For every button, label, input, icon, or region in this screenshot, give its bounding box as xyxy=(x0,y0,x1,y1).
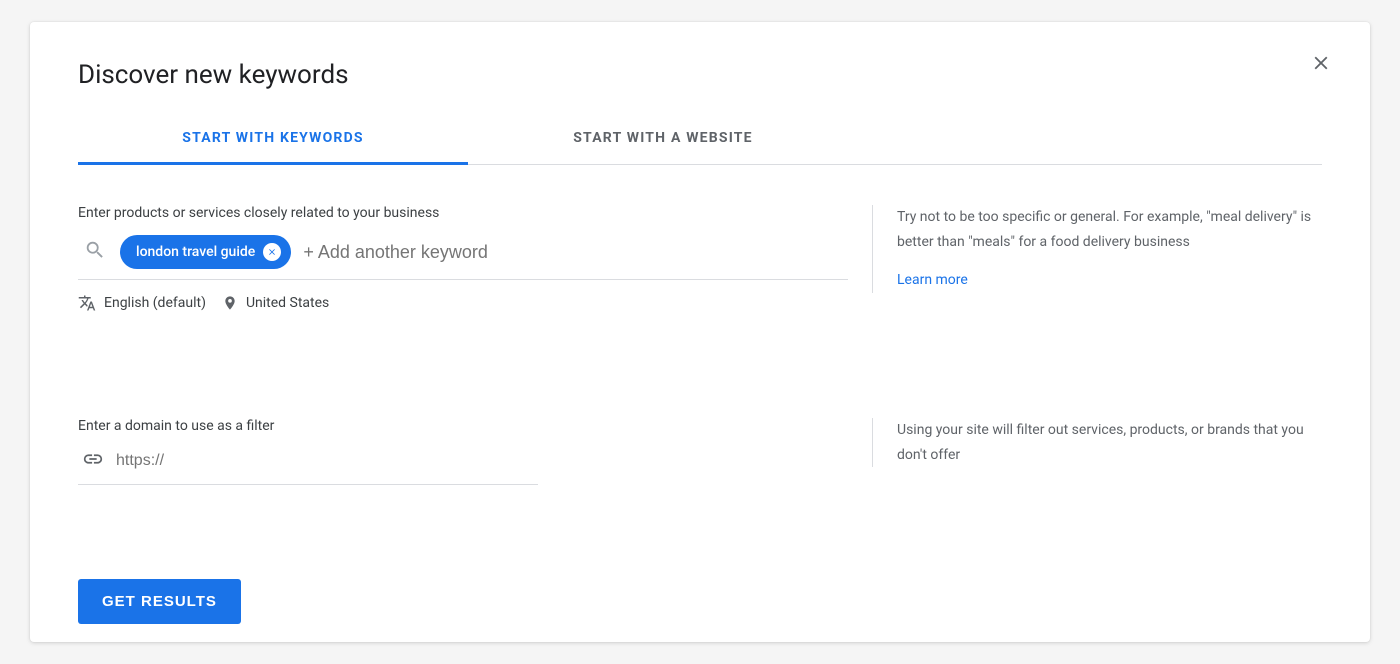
page-title: Discover new keywords xyxy=(78,60,1322,90)
keyword-chip-remove[interactable] xyxy=(263,243,281,261)
link-icon xyxy=(82,448,104,474)
domain-main: Enter a domain to use as a filter xyxy=(78,418,848,485)
translate-icon xyxy=(78,294,96,312)
keyword-chip-label: london travel guide xyxy=(136,244,255,260)
tab-start-with-keywords[interactable]: START WITH KEYWORDS xyxy=(78,118,468,165)
domain-input-wrap[interactable] xyxy=(78,448,538,485)
x-icon xyxy=(267,247,277,257)
language-selector[interactable]: English (default) xyxy=(104,295,206,311)
domain-label: Enter a domain to use as a filter xyxy=(78,418,848,434)
learn-more-link[interactable]: Learn more xyxy=(897,268,968,293)
close-button[interactable] xyxy=(1310,52,1332,78)
keywords-tip-text: Try not to be too specific or general. F… xyxy=(897,205,1322,254)
domain-input[interactable] xyxy=(116,452,538,470)
keywords-label: Enter products or services closely relat… xyxy=(78,205,848,221)
domain-tip: Using your site will filter out services… xyxy=(872,418,1322,467)
keywords-tip: Try not to be too specific or general. F… xyxy=(872,205,1322,293)
keyword-planner-card: Discover new keywords START WITH KEYWORD… xyxy=(30,22,1370,642)
keyword-chip: london travel guide xyxy=(120,235,291,269)
language-location-row: English (default) United States xyxy=(78,294,848,312)
keywords-input-wrap[interactable]: london travel guide xyxy=(78,235,848,280)
domain-section: Enter a domain to use as a filter Using … xyxy=(78,418,1322,485)
location-pin-icon xyxy=(222,295,238,311)
tab-start-with-website[interactable]: START WITH A WEBSITE xyxy=(468,118,858,164)
keywords-section: Enter products or services closely relat… xyxy=(78,205,1322,312)
close-icon xyxy=(1310,52,1332,74)
keywords-main: Enter products or services closely relat… xyxy=(78,205,848,312)
location-selector[interactable]: United States xyxy=(246,295,329,311)
domain-tip-text: Using your site will filter out services… xyxy=(897,418,1322,467)
tab-bar: START WITH KEYWORDS START WITH A WEBSITE xyxy=(78,118,1322,165)
add-keyword-input[interactable] xyxy=(303,242,848,263)
search-icon xyxy=(84,239,106,265)
get-results-button[interactable]: GET RESULTS xyxy=(78,579,241,624)
